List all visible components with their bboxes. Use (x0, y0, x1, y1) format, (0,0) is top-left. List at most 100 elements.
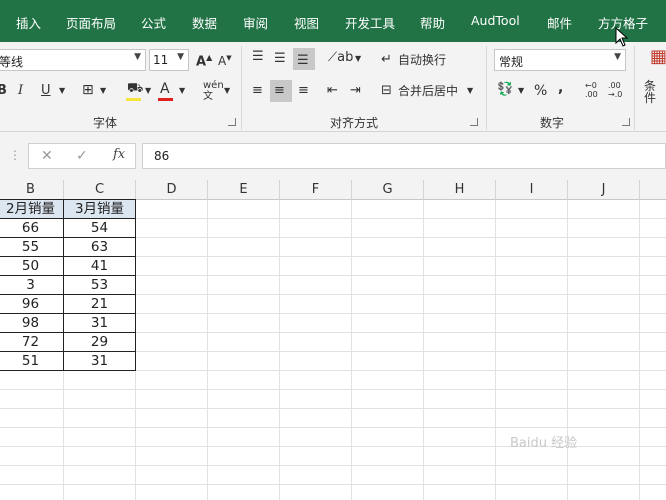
table-cell[interactable]: 66 (0, 219, 63, 238)
chevron-down-icon[interactable]: ▼ (518, 87, 524, 95)
table-cell[interactable]: 41 (64, 257, 135, 276)
decrease-indent-icon[interactable]: ⇤ (327, 84, 338, 97)
table-cell[interactable]: 63 (64, 238, 135, 257)
font-color-swatch (158, 98, 173, 101)
group-separator (241, 46, 242, 130)
percent-icon[interactable]: % (534, 84, 547, 98)
chevron-down-icon[interactable]: ▼ (467, 87, 473, 95)
font-color-icon[interactable]: A (160, 82, 170, 96)
cancel-icon[interactable]: ✕ (41, 149, 53, 163)
column-header-e[interactable]: E (208, 180, 280, 200)
tab-page-layout[interactable]: 页面布局 (66, 13, 116, 32)
column-header-b[interactable]: B (0, 180, 64, 200)
orientation-icon[interactable]: ⟋ab (328, 51, 353, 64)
grow-font-icon[interactable]: A▲ (196, 54, 212, 69)
chevron-down-icon[interactable]: ▼ (355, 55, 361, 63)
wrap-text-label[interactable]: 自动换行 (398, 54, 446, 66)
font-name-value: 等线 (0, 55, 24, 69)
header-cell-c[interactable]: 3月销量 (64, 200, 135, 219)
column-gridline (567, 200, 568, 500)
tab-audtool[interactable]: AudTool (471, 13, 520, 28)
column-header-next[interactable] (640, 180, 666, 200)
table-cell[interactable]: 54 (64, 219, 135, 238)
comma-style-icon[interactable]: , (558, 81, 563, 95)
phonetic-icon[interactable]: wén 文 (203, 80, 224, 102)
table-cell[interactable]: 50 (0, 257, 63, 276)
align-bottom-icon[interactable]: ☰ (297, 54, 309, 67)
tab-developer[interactable]: 开发工具 (345, 13, 395, 32)
table-cell[interactable]: 53 (64, 276, 135, 295)
table-border (63, 199, 64, 371)
align-center-icon[interactable]: ≡ (274, 84, 285, 97)
table-cell[interactable]: 21 (64, 295, 135, 314)
decrease-decimal-icon[interactable]: .00 →.0 (608, 81, 622, 100)
header-cell-b[interactable]: 2月销量 (0, 200, 63, 219)
table-cell[interactable]: 31 (64, 352, 135, 371)
accounting-format-icon[interactable]: 💱 (497, 83, 513, 96)
watermark: Baidu 经验 (510, 436, 578, 451)
table-cell[interactable]: 96 (0, 295, 63, 314)
column-header-g[interactable]: G (352, 180, 424, 200)
tab-formulas[interactable]: 公式 (141, 13, 166, 32)
conditional-format-label[interactable]: 条件 (644, 80, 666, 104)
align-right-icon[interactable]: ≡ (298, 84, 309, 97)
number-format-value: 常规 (499, 55, 524, 69)
fill-color-icon[interactable]: ⛟ (127, 82, 143, 95)
chevron-down-icon[interactable]: ▼ (224, 87, 230, 95)
column-header-h[interactable]: H (424, 180, 496, 200)
column-gridline (351, 200, 352, 500)
chevron-down-icon[interactable]: ▼ (59, 87, 65, 95)
increase-indent-icon[interactable]: ⇥ (350, 84, 361, 97)
table-cell[interactable]: 55 (0, 238, 63, 257)
column-header-d[interactable]: D (136, 180, 208, 200)
tab-help[interactable]: 帮助 (420, 13, 445, 32)
italic-icon[interactable]: I (18, 84, 23, 97)
shrink-font-icon[interactable]: A▼ (218, 55, 232, 68)
column-header-c[interactable]: C (64, 180, 136, 200)
bold-icon[interactable]: B (0, 84, 7, 97)
column-header-i[interactable]: I (496, 180, 568, 200)
table-cell[interactable]: 3 (0, 276, 63, 295)
table-cell[interactable]: 29 (64, 333, 135, 352)
formula-input[interactable]: 86 (142, 143, 666, 169)
column-gridline (639, 200, 640, 500)
border-icon[interactable]: ⊞ (82, 83, 94, 97)
font-name-select[interactable]: 等线 ▼ (0, 49, 146, 71)
tab-mail[interactable]: 邮件 (547, 13, 572, 32)
chevron-down-icon[interactable]: ▼ (100, 87, 106, 95)
dialog-launcher-icon[interactable] (228, 118, 236, 126)
tab-data[interactable]: 数据 (192, 13, 217, 32)
merge-center-label[interactable]: 合并后居中 (398, 85, 458, 97)
dialog-launcher-icon[interactable] (470, 118, 478, 126)
tab-view[interactable]: 视图 (294, 13, 319, 32)
column-gridline (207, 200, 208, 500)
table-cell[interactable]: 72 (0, 333, 63, 352)
font-size-select[interactable]: 11 ▼ (149, 49, 189, 71)
table-cell[interactable]: 31 (64, 314, 135, 333)
align-left-icon[interactable]: ≡ (252, 84, 263, 97)
more-dots-icon[interactable]: ⋮ (9, 149, 21, 161)
dialog-launcher-icon[interactable] (622, 118, 630, 126)
table-cell[interactable]: 98 (0, 314, 63, 333)
table-border (0, 351, 136, 352)
table-cell[interactable]: 51 (0, 352, 63, 371)
increase-decimal-icon[interactable]: ←0.00 (585, 81, 598, 100)
confirm-icon[interactable]: ✓ (76, 149, 88, 163)
column-header-j[interactable]: J (568, 180, 640, 200)
table-border (0, 313, 136, 314)
align-middle-icon[interactable]: ☰ (274, 52, 286, 65)
insert-function-icon[interactable]: fx (113, 148, 125, 161)
chevron-down-icon[interactable]: ▼ (179, 87, 185, 95)
tab-review[interactable]: 审阅 (243, 13, 268, 32)
number-format-select[interactable]: 常规 ▼ (494, 49, 626, 71)
tab-insert[interactable]: 插入 (16, 13, 41, 32)
wrap-text-icon[interactable]: ↵ (381, 53, 392, 66)
conditional-format-icon[interactable]: ▦ (650, 48, 666, 66)
column-header-f[interactable]: F (280, 180, 352, 200)
merge-center-icon[interactable]: ⊟ (381, 84, 392, 97)
table-border (0, 237, 136, 238)
align-top-icon[interactable]: ☰ (252, 50, 264, 63)
underline-icon[interactable]: U (41, 84, 51, 97)
mouse-cursor-icon (615, 27, 629, 47)
chevron-down-icon[interactable]: ▼ (145, 87, 151, 95)
